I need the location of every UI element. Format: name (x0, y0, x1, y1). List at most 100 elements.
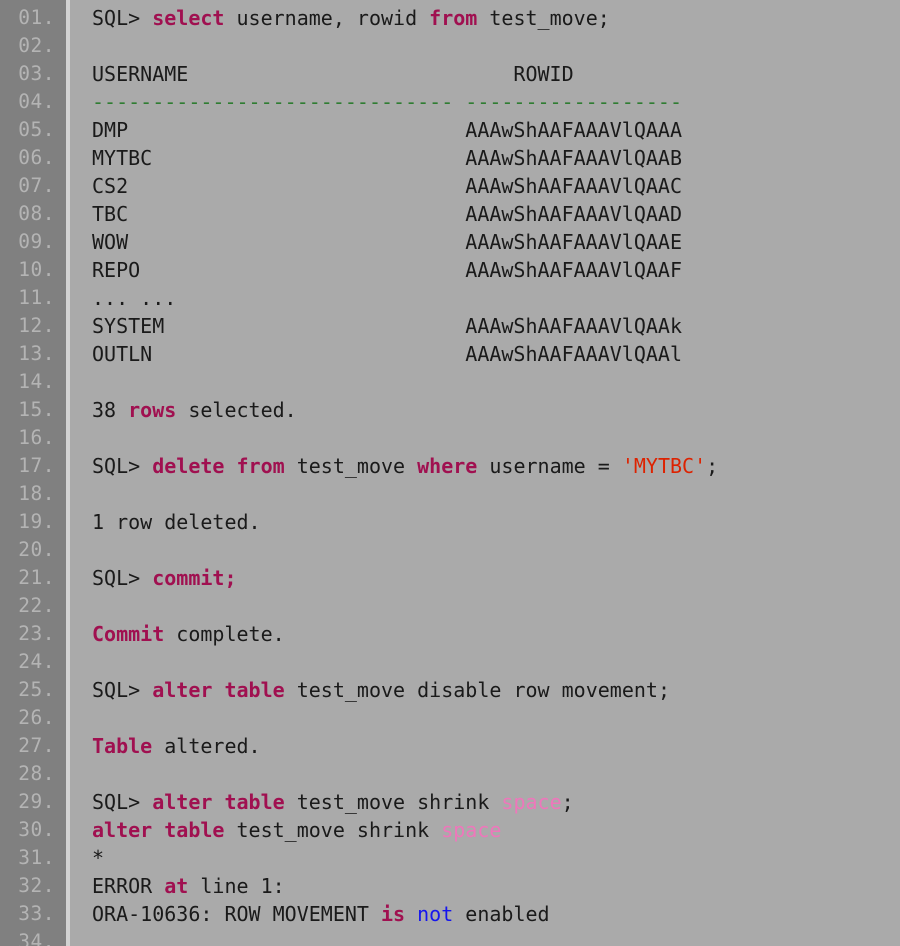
code-token: ERROR (92, 874, 165, 898)
code-token: delete from (152, 454, 285, 478)
code-line: SQL> alter table test_move shrink space; (92, 788, 900, 816)
line-number: 23. (18, 622, 55, 645)
line-number: 16. (18, 426, 55, 449)
code-token: alter table (92, 818, 225, 842)
line-number: 30. (18, 818, 55, 841)
code-token: 1 row deleted. (92, 510, 261, 534)
code-token: ORA-10636: ROW MOVEMENT (92, 902, 381, 926)
code-token: select (152, 6, 225, 30)
line-number: 12. (18, 314, 55, 337)
line-number: 26. (18, 706, 55, 729)
code-token: Table (92, 734, 153, 758)
code-token: test_move shrink (224, 818, 442, 842)
code-token: ; (706, 454, 719, 478)
code-token: rows (128, 398, 177, 422)
code-line: ERROR at line 1: (92, 872, 900, 900)
code-token: ------------------------------ ---------… (92, 90, 683, 114)
code-line: OUTLN AAAwShAAFAAAVlQAAl (92, 340, 900, 368)
code-line: Table altered. (92, 732, 900, 760)
code-line: WOW AAAwShAAFAAAVlQAAE (92, 228, 900, 256)
line-number: 03. (18, 62, 55, 85)
code-token: selected. (176, 398, 297, 422)
line-number: 10. (18, 258, 55, 281)
line-number: 21. (18, 566, 55, 589)
code-line: DMP AAAwShAAFAAAVlQAAA (92, 116, 900, 144)
code-token: enabled (453, 902, 550, 926)
code-token: space (501, 790, 562, 814)
code-token: SQL> (92, 454, 153, 478)
line-number: 33. (18, 902, 55, 925)
line-number: 17. (18, 454, 55, 477)
code-token: SYSTEM AAAwShAAFAAAVlQAAk (92, 314, 683, 338)
code-token: ... ... (92, 286, 177, 310)
code-token: SQL> (92, 678, 153, 702)
code-token: DMP AAAwShAAFAAAVlQAAA (92, 118, 683, 142)
code-line: ------------------------------ ---------… (92, 88, 900, 116)
code-line: SQL> alter table test_move disable row m… (92, 676, 900, 704)
code-token: SQL> (92, 790, 153, 814)
line-number: 32. (18, 874, 55, 897)
code-token: test_move shrink (284, 790, 502, 814)
line-number: 05. (18, 118, 55, 141)
code-token: where (417, 454, 478, 478)
code-line: Commit complete. (92, 620, 900, 648)
line-number: 07. (18, 174, 55, 197)
code-line: USERNAME ROWID (92, 60, 900, 88)
code-token: TBC AAAwShAAFAAAVlQAAD (92, 202, 683, 226)
line-number: 09. (18, 230, 55, 253)
line-number: 27. (18, 734, 55, 757)
code-line: ... ... (92, 284, 900, 312)
line-number: 06. (18, 146, 55, 169)
code-token: is (380, 902, 406, 926)
line-number: 04. (18, 90, 55, 113)
code-token: test_move disable row movement; (284, 678, 670, 702)
code-line: 1 row deleted. (92, 508, 900, 536)
code-line: SQL> delete from test_move where usernam… (92, 452, 900, 480)
code-line: ORA-10636: ROW MOVEMENT is not enabled (92, 900, 900, 928)
code-line: CS2 AAAwShAAFAAAVlQAAC (92, 172, 900, 200)
sql-code-block: 01. 02. 03. 04. 05. 06. 07. 08. 09. 10. 11. 12. 13. 1… (0, 0, 900, 946)
line-number: 20. (18, 538, 55, 561)
code-line: SQL> select username, rowid from test_mo… (92, 4, 900, 32)
line-number: 34. (18, 930, 55, 946)
code-token: Commit (92, 622, 165, 646)
code-token: ; (561, 790, 574, 814)
line-number: 13. (18, 342, 55, 365)
line-number: 24. (18, 650, 55, 673)
line-number: 28. (18, 762, 55, 785)
line-number: 29. (18, 790, 55, 813)
code-token: * (92, 846, 105, 870)
line-number: 18. (18, 482, 55, 505)
code-token: at (164, 874, 189, 898)
code-token: USERNAME ROWID (92, 62, 574, 86)
code-token: REPO AAAwShAAFAAAVlQAAF (92, 258, 683, 282)
code-token: MYTBC AAAwShAAFAAAVlQAAB (92, 146, 683, 170)
code-line: alter table test_move shrink space (92, 816, 900, 844)
code-line: MYTBC AAAwShAAFAAAVlQAAB (92, 144, 900, 172)
code-token: commit; (152, 566, 237, 590)
line-number: 02. (18, 34, 55, 57)
line-number: 15. (18, 398, 55, 421)
code-token: line 1: (188, 874, 285, 898)
code-token: WOW AAAwShAAFAAAVlQAAE (92, 230, 683, 254)
code-content-area[interactable]: SQL> select username, rowid from test_mo… (70, 0, 900, 946)
code-token: test_move; (477, 6, 610, 30)
line-number: 08. (18, 202, 55, 225)
code-line: * (92, 844, 900, 872)
code-token: username = (477, 454, 622, 478)
code-token: not (417, 902, 454, 926)
code-line: 38 rows selected. (92, 396, 900, 424)
line-number: 11. (18, 286, 55, 309)
code-line: SYSTEM AAAwShAAFAAAVlQAAk (92, 312, 900, 340)
code-token: test_move (284, 454, 418, 478)
line-number-gutter: 01. 02. 03. 04. 05. 06. 07. 08. 09. 10. 11. 12. 13. 1… (0, 0, 66, 946)
